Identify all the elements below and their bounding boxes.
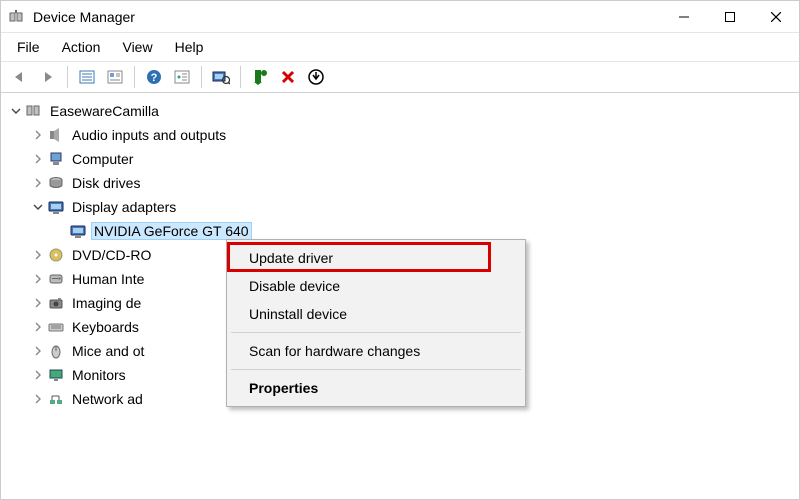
chevron-right-icon[interactable] <box>31 320 45 334</box>
category-label[interactable]: Keyboards <box>69 318 142 336</box>
titlebar: Device Manager <box>1 1 799 33</box>
category-label[interactable]: DVD/CD-RO <box>69 246 154 264</box>
disk-icon <box>47 174 65 192</box>
toolbar: ? <box>1 62 799 93</box>
pc-icon <box>47 150 65 168</box>
chevron-right-icon[interactable] <box>31 152 45 166</box>
disable-device-button[interactable] <box>275 65 301 89</box>
category-label[interactable]: Monitors <box>69 366 129 384</box>
chevron-right-icon[interactable] <box>31 272 45 286</box>
tree-category[interactable]: Audio inputs and outputs <box>5 123 795 147</box>
menu-file[interactable]: File <box>7 37 50 57</box>
app-icon <box>9 9 25 25</box>
svg-text:?: ? <box>151 72 158 84</box>
context-menu-item[interactable]: Update driver <box>229 244 523 272</box>
device-tree[interactable]: EasewareCamilla Audio inputs and outputs… <box>1 93 799 417</box>
category-label[interactable]: Computer <box>69 150 136 168</box>
dvd-icon <box>47 246 65 264</box>
network-icon <box>47 390 65 408</box>
toolbar-sep <box>134 66 135 88</box>
context-menu-item[interactable]: Scan for hardware changes <box>229 337 523 365</box>
tree-category[interactable]: Computer <box>5 147 795 171</box>
chevron-right-icon[interactable] <box>31 176 45 190</box>
context-menu-item[interactable]: Uninstall device <box>229 300 523 328</box>
chevron-right-icon[interactable] <box>31 248 45 262</box>
category-label[interactable]: Audio inputs and outputs <box>69 126 229 144</box>
category-label[interactable]: Network ad <box>69 390 146 408</box>
audio-icon <box>47 126 65 144</box>
maximize-button[interactable] <box>707 1 753 33</box>
hid-icon <box>47 270 65 288</box>
properties-list-button[interactable] <box>74 65 100 89</box>
category-label[interactable]: Human Inte <box>69 270 147 288</box>
help-button[interactable]: ? <box>141 65 167 89</box>
chevron-right-icon[interactable] <box>31 128 45 142</box>
category-label[interactable]: Disk drives <box>69 174 143 192</box>
scan-hardware-button[interactable] <box>208 65 234 89</box>
menu-view[interactable]: View <box>112 37 162 57</box>
display-icon <box>47 198 65 216</box>
monitor-icon <box>47 366 65 384</box>
context-menu-separator <box>231 332 521 333</box>
chevron-right-icon[interactable] <box>31 296 45 310</box>
tree-root[interactable]: EasewareCamilla <box>5 99 795 123</box>
uninstall-device-button[interactable] <box>303 65 329 89</box>
minimize-button[interactable] <box>661 1 707 33</box>
chevron-right-icon[interactable] <box>31 368 45 382</box>
toolbar-sep <box>67 66 68 88</box>
context-menu-separator <box>231 369 521 370</box>
tree-category[interactable]: Disk drives <box>5 171 795 195</box>
menu-action[interactable]: Action <box>52 37 111 57</box>
tree-category[interactable]: Display adapters <box>5 195 795 219</box>
menubar: File Action View Help <box>1 33 799 62</box>
category-label[interactable]: Mice and ot <box>69 342 147 360</box>
category-label[interactable]: Display adapters <box>69 198 179 216</box>
enable-device-button[interactable] <box>247 65 273 89</box>
menu-help[interactable]: Help <box>165 37 214 57</box>
device-label[interactable]: NVIDIA GeForce GT 640 <box>91 222 252 240</box>
chevron-down-icon[interactable] <box>31 200 45 214</box>
display-icon <box>69 222 87 240</box>
chevron-right-icon[interactable] <box>31 392 45 406</box>
keyboard-icon <box>47 318 65 336</box>
context-menu: Update driverDisable deviceUninstall dev… <box>226 239 526 407</box>
context-menu-item[interactable]: Disable device <box>229 272 523 300</box>
category-label[interactable]: Imaging de <box>69 294 144 312</box>
imaging-icon <box>47 294 65 312</box>
toolbar-sep <box>240 66 241 88</box>
back-button[interactable] <box>7 65 33 89</box>
close-button[interactable] <box>753 1 799 33</box>
chevron-down-icon[interactable] <box>9 104 23 118</box>
properties-card-button[interactable] <box>102 65 128 89</box>
root-label[interactable]: EasewareCamilla <box>47 102 162 120</box>
toolbar-sep <box>201 66 202 88</box>
mouse-icon <box>47 342 65 360</box>
context-menu-item[interactable]: Properties <box>229 374 523 402</box>
forward-button[interactable] <box>35 65 61 89</box>
computer-icon <box>25 102 43 120</box>
chevron-right-icon[interactable] <box>31 344 45 358</box>
window-title: Device Manager <box>33 9 661 25</box>
show-hidden-button[interactable] <box>169 65 195 89</box>
